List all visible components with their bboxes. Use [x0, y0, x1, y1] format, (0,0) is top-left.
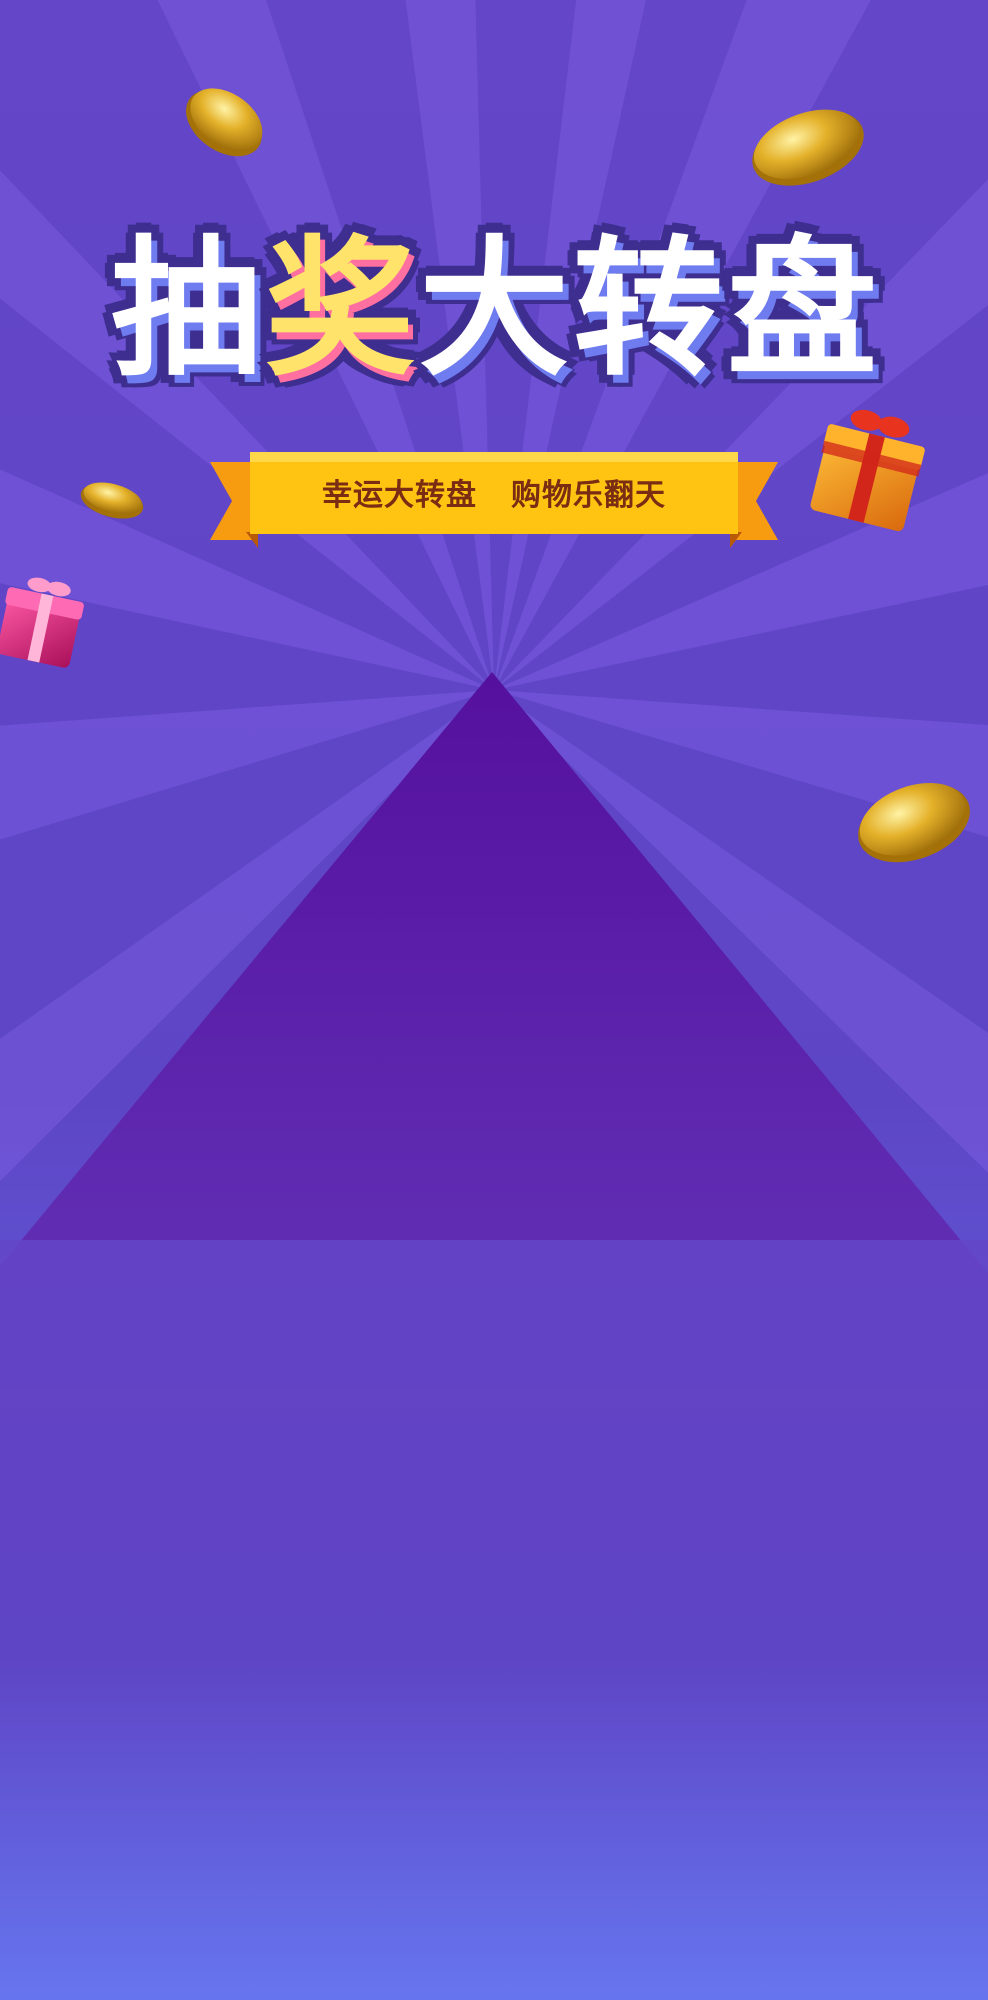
lottery-title-text: 抽 奖 大 转 盘: [50, 190, 938, 430]
lottery-title: 抽 奖 大 转 盘: [50, 190, 938, 430]
slogan-right: 购物乐翻天: [511, 478, 666, 513]
subtitle-ribbon: 幸运大转盘 购物乐翻天: [210, 452, 778, 548]
lower-panel: [0, 1240, 988, 2000]
slogan-left: 幸运大转盘: [322, 478, 477, 513]
title-char-5: 盘: [727, 223, 878, 397]
title-char-1: 抽: [110, 223, 261, 397]
ribbon-slogan: 幸运大转盘 购物乐翻天: [258, 452, 730, 532]
title-char-4: 转: [573, 223, 724, 397]
title-char-2: 奖: [264, 223, 415, 397]
title-char-3: 大: [418, 223, 569, 397]
